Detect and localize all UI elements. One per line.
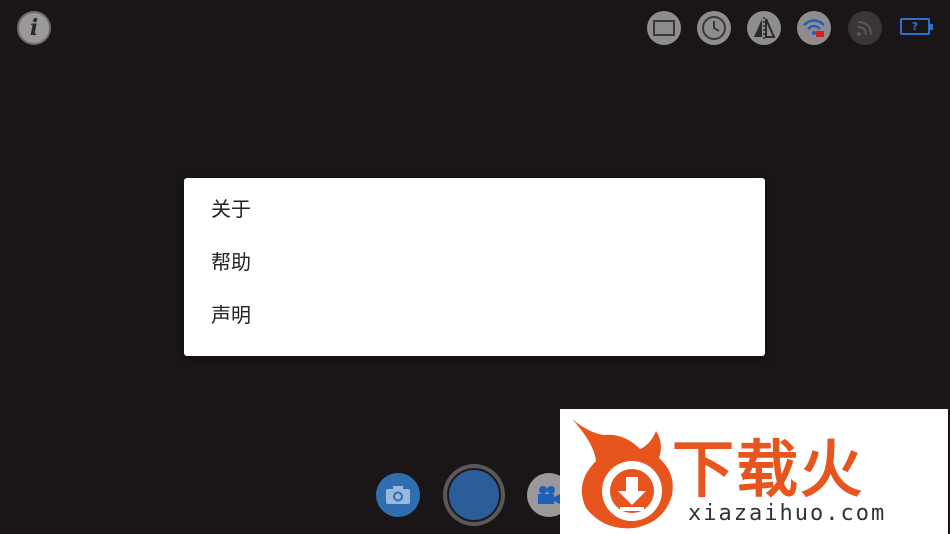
- mirror-flip-button[interactable]: [747, 11, 781, 45]
- menu-item-help[interactable]: 帮助: [184, 236, 765, 289]
- options-menu: 关于 帮助 声明: [184, 178, 765, 356]
- watermark-brand: 下载火: [672, 433, 865, 506]
- screen-ratio-button[interactable]: [647, 11, 681, 45]
- battery-status: ?: [911, 20, 919, 33]
- wifi-status-button[interactable]: [797, 11, 831, 45]
- shutter-button[interactable]: [443, 464, 505, 526]
- camera-mode-icon: [386, 486, 410, 504]
- info-button[interactable]: i: [17, 11, 51, 45]
- screen-ratio-icon: [653, 20, 675, 36]
- flame-logo-icon: [572, 419, 673, 529]
- watermark: 下载火 xiazaihuo.com: [560, 409, 948, 534]
- menu-item-statement[interactable]: 声明: [184, 289, 765, 342]
- mirror-flip-icon: [754, 17, 776, 39]
- watermark-url: xiazaihuo.com: [688, 501, 887, 526]
- info-icon: i: [29, 15, 39, 41]
- menu-item-about[interactable]: 关于: [184, 183, 765, 236]
- timer-button[interactable]: [697, 11, 731, 45]
- timer-icon: [702, 16, 726, 40]
- camera-mode-button[interactable]: [376, 473, 420, 517]
- shutter-inner: [447, 468, 501, 522]
- wifi-status-icon: [803, 19, 825, 37]
- signal-button[interactable]: [848, 11, 882, 45]
- video-mode-icon: [538, 486, 560, 504]
- signal-icon: [857, 21, 872, 36]
- battery-icon: ?: [900, 18, 933, 35]
